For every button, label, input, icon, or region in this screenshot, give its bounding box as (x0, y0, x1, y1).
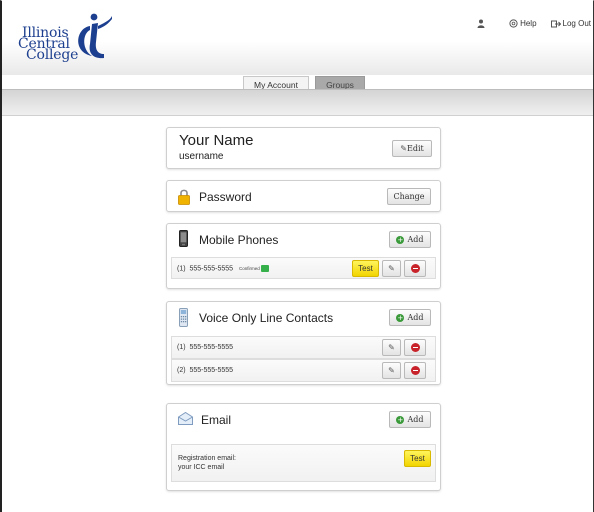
landline-phone-icon (179, 308, 188, 327)
help-label: Help (520, 19, 537, 28)
test-email-button[interactable]: Test (404, 450, 431, 467)
plus-icon: + (396, 235, 405, 244)
email-card: Email + Add Registration email: your ICC … (166, 403, 441, 491)
registration-email-label: Registration email: (178, 455, 236, 462)
add-label: Add (407, 415, 424, 424)
plus-icon: + (396, 415, 405, 424)
voice-row: (1) 555-555-5555 ✎ (171, 336, 436, 359)
icc-logo[interactable]: Illinois Central College (18, 12, 112, 72)
delete-voice-button[interactable] (404, 339, 426, 356)
voice-row-index: (2) (177, 367, 186, 374)
edit-profile-button[interactable]: ✎ Edit (392, 140, 432, 157)
confirmed-status: Confirmed (239, 266, 260, 271)
add-mobile-button[interactable]: + Add (389, 231, 431, 248)
help-link[interactable]: Help (509, 19, 537, 28)
email-title: Email (201, 413, 232, 427)
profile-name: Your Name (179, 132, 254, 149)
registration-email-value: your ICC email (178, 464, 225, 471)
add-label: Add (407, 313, 424, 322)
voice-row-index: (1) (177, 344, 186, 351)
profile-username: username (179, 151, 224, 162)
account-link[interactable] (477, 19, 485, 28)
top-links: Help Log Out (477, 19, 591, 28)
profile-card: Your Name username ✎ Edit (166, 127, 441, 169)
edit-icon: ✎ (400, 144, 407, 153)
test-mobile-button[interactable]: Test (352, 260, 379, 277)
edit-icon: ✎ (388, 343, 395, 352)
confirmed-check-icon (260, 265, 269, 272)
voice-row-text: (1) 555-555-5555 (177, 344, 233, 351)
edit-icon: ✎ (388, 366, 395, 375)
logout-label: Log Out (562, 19, 591, 28)
user-icon (477, 19, 485, 28)
change-password-button[interactable]: Change (387, 188, 431, 205)
add-label: Add (407, 235, 424, 244)
password-card: Password Change (166, 180, 441, 212)
voice-row-number: 555-555-5555 (189, 367, 234, 374)
mobile-phones-title: Mobile Phones (199, 233, 279, 247)
edit-label: Edit (406, 144, 424, 153)
edit-icon: ✎ (388, 264, 395, 273)
subheader-bar (2, 89, 593, 116)
voice-contacts-title: Voice Only Line Contacts (199, 311, 334, 325)
delete-icon (410, 264, 420, 273)
voice-row-number: 555-555-5555 (189, 344, 234, 351)
header: Illinois Central College Help Log Out (2, 0, 593, 75)
delete-mobile-button[interactable] (404, 260, 426, 277)
edit-voice-button[interactable]: ✎ (382, 362, 401, 379)
edit-voice-button[interactable]: ✎ (382, 339, 401, 356)
logo-mark-icon (78, 13, 112, 59)
mobile-row-number: 555-555-5555 (189, 265, 234, 273)
delete-voice-button[interactable] (404, 362, 426, 379)
voice-row: (2) 555-555-5555 ✎ (171, 359, 436, 382)
delete-icon (410, 343, 420, 352)
help-icon (509, 19, 518, 28)
edit-mobile-button[interactable]: ✎ (382, 260, 401, 277)
email-icon (178, 412, 193, 425)
mobile-phones-card: Mobile Phones + Add (1) 555-555-5555 Conf… (166, 223, 441, 289)
password-title: Password (199, 190, 252, 204)
logout-icon (550, 20, 561, 27)
lock-icon (178, 189, 190, 205)
mobile-phone-icon (179, 230, 188, 247)
add-email-button[interactable]: + Add (389, 411, 431, 428)
delete-icon (410, 366, 420, 375)
voice-row-text: (2) 555-555-5555 (177, 367, 233, 374)
mobile-row-text: (1) 555-555-5555 Confirmed (177, 265, 269, 272)
mobile-row-index: (1) (177, 265, 186, 273)
add-voice-button[interactable]: + Add (389, 309, 431, 326)
logout-link[interactable]: Log Out (550, 19, 591, 28)
email-row: Registration email: your ICC email Test (171, 444, 436, 482)
voice-contacts-card: Voice Only Line Contacts + Add (1) 555-55… (166, 301, 441, 385)
email-row-text: Registration email: your ICC email (178, 454, 236, 472)
plus-icon: + (396, 313, 405, 322)
mobile-row: (1) 555-555-5555 Confirmed Test ✎ (171, 257, 436, 279)
